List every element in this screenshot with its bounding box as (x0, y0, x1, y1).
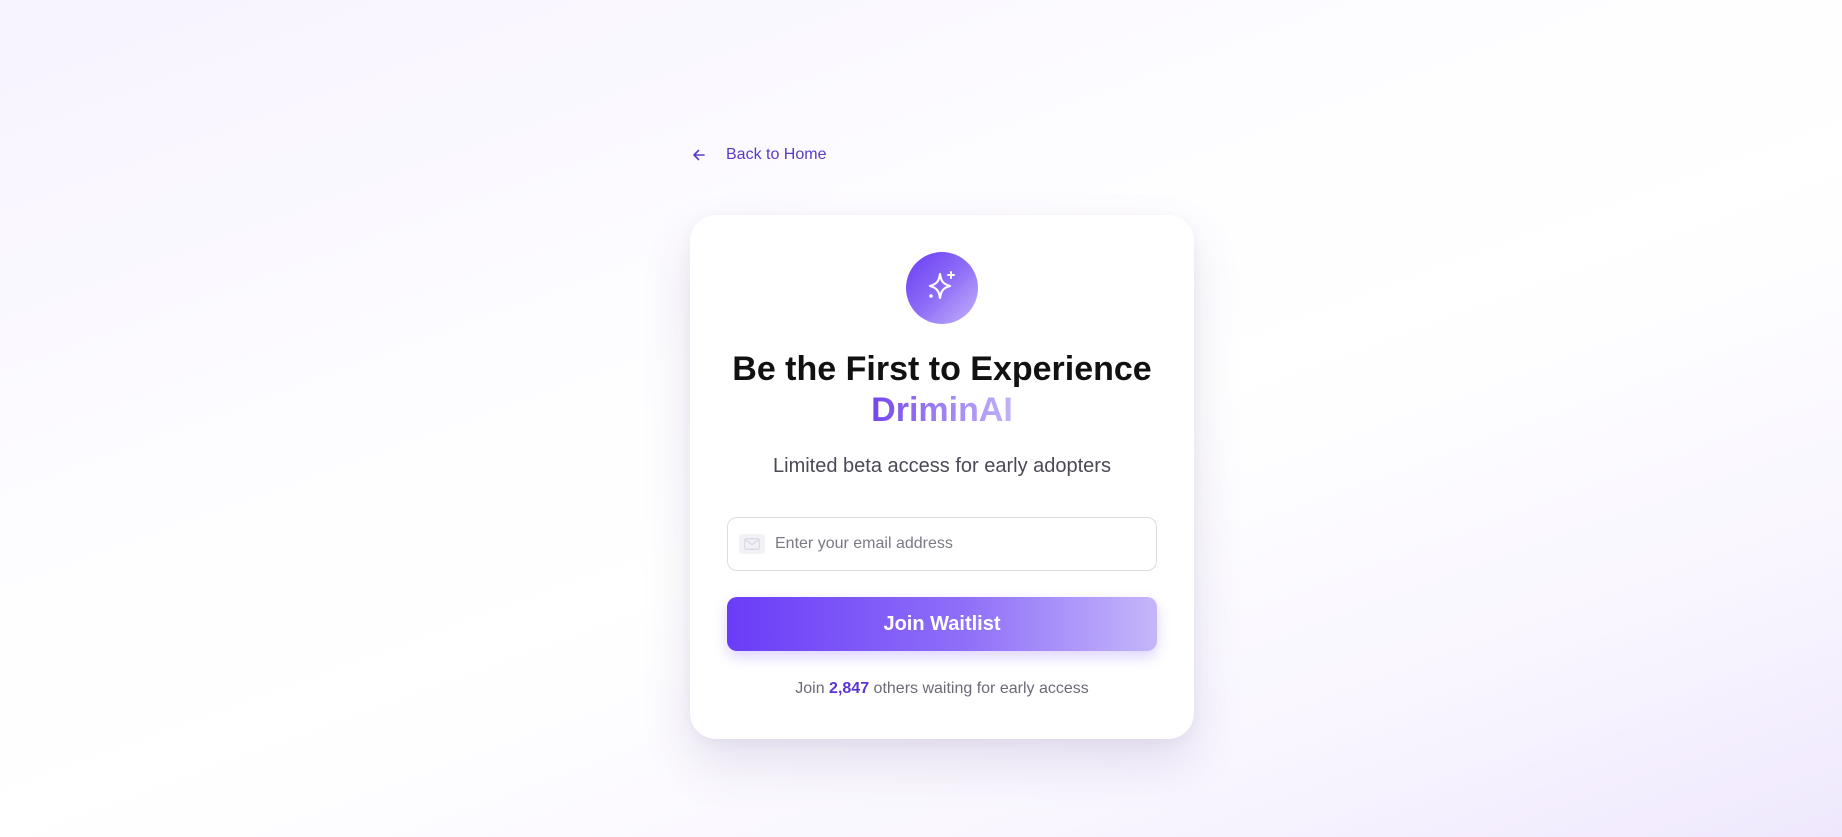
back-to-home-link[interactable]: Back to Home (690, 143, 826, 167)
waitlist-count-text: Join 2,847 others waiting for early acce… (690, 678, 1194, 700)
waiting-suffix: others waiting for early access (873, 680, 1089, 697)
waitlist-card: Be the First to Experience DriminAI Limi… (690, 215, 1194, 739)
waiting-prefix: Join (795, 680, 825, 697)
logo-badge (906, 252, 978, 324)
join-waitlist-button[interactable]: Join Waitlist (727, 597, 1157, 651)
subtitle: Limited beta access for early adopters (773, 455, 1111, 477)
mail-icon (739, 534, 765, 554)
sparkles-icon (922, 266, 962, 311)
brand-name-wrap: DriminAI (690, 390, 1194, 430)
headline: Be the First to Experience (732, 350, 1152, 388)
back-to-home-label: Back to Home (726, 146, 827, 163)
email-field[interactable] (727, 517, 1157, 571)
brand-name: DriminAI (871, 391, 1013, 429)
arrow-left-icon (690, 146, 708, 164)
email-input[interactable] (775, 535, 1156, 553)
waiting-count: 2,847 (829, 680, 870, 697)
